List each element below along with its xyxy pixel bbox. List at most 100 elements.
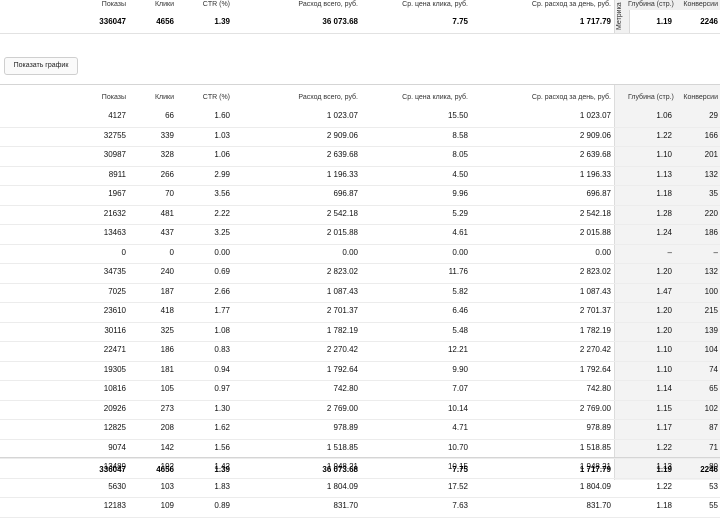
total-clicks: 4656 xyxy=(156,465,174,474)
cell-depth: 1.24 xyxy=(656,228,672,237)
table-row[interactable]: 0 0 0.00 0.00 0.00 0.00 – – xyxy=(0,244,720,264)
table-row[interactable]: 13463 437 3.25 2 015.88 4.61 2 015.88 1.24 186 xyxy=(0,224,720,245)
cell-avg-cpc: 5.48 xyxy=(452,325,468,335)
cell-conversions: 104 xyxy=(704,345,718,354)
cell-ctr: 0.94 xyxy=(214,364,230,374)
col-header-avg-daily[interactable]: Ср. расход за день, руб. xyxy=(500,94,611,101)
cell-avg-daily-spend: 2 701.37 xyxy=(579,306,611,315)
col-header-avg-cpc[interactable]: Ср. цена клика, руб. xyxy=(380,94,468,101)
metrika-header-shade: Глубина (стр.) Конверсии xyxy=(628,0,720,10)
cell-depth: 1.15 xyxy=(656,403,672,413)
cell-avg-cpc: 0.00 xyxy=(452,247,468,257)
table-row[interactable]: 19305 181 0.94 1 792.64 9.90 1 792.64 1.10 74 xyxy=(0,361,720,381)
table-row[interactable]: 12825 208 1.62 978.89 4.71 978.89 1.17 87 xyxy=(0,419,720,440)
table-row[interactable]: 9074 142 1.56 1 518.85 10.70 1 518.85 1.22 71 xyxy=(0,439,720,459)
table-totals-row: 336047 4656 1.39 36 073.68 7.75 1 717.79… xyxy=(0,457,720,480)
cell-avg-daily-spend: 1 023.07 xyxy=(579,111,611,120)
table-row[interactable]: 5630 103 1.83 1 804.09 17.52 1 804.09 1.22 53 xyxy=(0,478,720,498)
cell-depth: 1.06 xyxy=(656,111,672,120)
table-row[interactable]: 23610 418 1.77 2 701.37 6.46 2 701.37 1.20 215 xyxy=(0,302,720,323)
cell-spend-total: 2 769.00 xyxy=(326,403,358,413)
col-header-clicks[interactable]: Клики xyxy=(140,94,174,101)
show-chart-button[interactable]: Показать график xyxy=(4,57,78,75)
table-row[interactable]: 1967 70 3.56 696.87 9.96 696.87 1.18 35 xyxy=(0,185,720,206)
cell-ctr: 1.30 xyxy=(214,403,230,413)
cell-avg-daily-spend: 2 015.88 xyxy=(579,228,611,237)
summary-col-clicks: Клики xyxy=(154,1,174,8)
cell-spend-total: 742.80 xyxy=(333,384,358,393)
cell-depth: 1.20 xyxy=(656,325,672,335)
cell-conversions: 55 xyxy=(709,501,718,510)
cell-conversions: 53 xyxy=(709,481,718,491)
cell-conversions: 220 xyxy=(704,208,718,218)
cell-avg-cpc: 7.63 xyxy=(452,501,468,510)
cell-conversions: – xyxy=(713,247,718,257)
cell-conversions: 74 xyxy=(709,364,718,374)
cell-ctr: 1.03 xyxy=(214,130,230,140)
table-row[interactable]: 4127 66 1.60 1 023.07 15.50 1 023.07 1.06 29 xyxy=(0,107,720,128)
cell-clicks: 325 xyxy=(160,325,174,335)
table-row[interactable]: 7025 187 2.66 1 087.43 5.82 1 087.43 1.47 100 xyxy=(0,283,720,303)
summary-total-shows: 336047 xyxy=(99,17,126,26)
cell-ctr: 2.22 xyxy=(214,208,230,218)
cell-shows: 34735 xyxy=(103,267,126,276)
cell-avg-daily-spend: 696.87 xyxy=(586,189,611,198)
table-row[interactable]: 21632 481 2.22 2 542.18 5.29 2 542.18 1.28 220 xyxy=(0,205,720,225)
total-spend: 36 073.68 xyxy=(322,465,358,474)
cell-avg-cpc: 9.96 xyxy=(452,189,468,198)
table-row[interactable]: 12183 109 0.89 831.70 7.63 831.70 1.18 55 xyxy=(0,497,720,518)
summary-total-clicks: 4656 xyxy=(156,17,174,26)
cell-conversions: 166 xyxy=(704,130,718,140)
cell-depth: 1.18 xyxy=(656,189,672,198)
summary-col-ctr: CTR (%) xyxy=(202,1,230,8)
cell-clicks: 240 xyxy=(160,267,174,276)
cell-clicks: 103 xyxy=(160,481,174,491)
cell-ctr: 3.25 xyxy=(214,228,230,237)
cell-shows: 20926 xyxy=(103,403,126,413)
cell-spend-total: 2 015.88 xyxy=(326,228,358,237)
cell-avg-cpc: 8.58 xyxy=(452,130,468,140)
col-header-depth[interactable]: Глубина (стр.) xyxy=(628,94,674,101)
cell-avg-cpc: 11.76 xyxy=(448,267,468,276)
cell-avg-cpc: 10.70 xyxy=(447,442,468,452)
cell-ctr: 3.56 xyxy=(214,189,230,198)
col-header-ctr[interactable]: CTR (%) xyxy=(190,94,230,101)
table-row[interactable]: 32755 339 1.03 2 909.06 8.58 2 909.06 1.22 166 xyxy=(0,127,720,147)
cell-shows: 4127 xyxy=(108,111,126,120)
table-row[interactable]: 30987 328 1.06 2 639.68 8.05 2 639.68 1.10 201 xyxy=(0,146,720,167)
cell-depth: 1.10 xyxy=(656,364,672,374)
col-header-spend-total[interactable]: Расход всего, руб. xyxy=(260,94,358,101)
cell-clicks: 266 xyxy=(160,169,174,179)
table-row[interactable]: 22471 186 0.83 2 270.42 12.21 2 270.42 1.10 104 xyxy=(0,341,720,362)
summary-total-spend: 36 073.68 xyxy=(322,17,358,26)
table-header: Показы Клики CTR (%) Расход всего, руб. … xyxy=(0,85,720,107)
cell-clicks: 70 xyxy=(165,189,174,198)
cell-shows: 8911 xyxy=(108,169,126,179)
col-header-conversions[interactable]: Конверсии xyxy=(676,94,718,101)
summary-total-avg-daily: 1 717.79 xyxy=(579,17,611,26)
cell-avg-cpc: 5.82 xyxy=(452,286,468,296)
cell-conversions: 87 xyxy=(709,423,718,432)
cell-spend-total: 2 270.42 xyxy=(326,345,358,354)
cell-avg-daily-spend: 2 542.18 xyxy=(579,208,611,218)
cell-shows: 7025 xyxy=(108,286,126,296)
cell-avg-daily-spend: 2 823.02 xyxy=(579,267,611,276)
cell-clicks: 437 xyxy=(160,228,174,237)
cell-avg-cpc: 12.21 xyxy=(447,345,468,354)
cell-avg-cpc: 4.61 xyxy=(452,228,468,237)
cell-avg-daily-spend: 2 909.06 xyxy=(579,130,611,140)
table-row[interactable]: 34735 240 0.69 2 823.02 11.76 2 823.02 1.20 132 xyxy=(0,263,720,284)
cell-clicks: 339 xyxy=(160,130,174,140)
cell-clicks: 208 xyxy=(160,423,174,432)
summary-total-ctr: 1.39 xyxy=(214,17,230,26)
cell-avg-cpc: 4.50 xyxy=(452,169,468,179)
table-row[interactable]: 10816 105 0.97 742.80 7.07 742.80 1.14 65 xyxy=(0,380,720,401)
table-row[interactable]: 30116 325 1.08 1 782.19 5.48 1 782.19 1.20 139 xyxy=(0,322,720,342)
cell-avg-cpc: 10.14 xyxy=(447,403,468,413)
table-row[interactable]: 8911 266 2.99 1 196.33 4.50 1 196.33 1.13 132 xyxy=(0,166,720,186)
cell-avg-daily-spend: 2 639.68 xyxy=(579,150,611,159)
table-row[interactable]: 20926 273 1.30 2 769.00 10.14 2 769.00 1.15 102 xyxy=(0,400,720,420)
col-header-shows[interactable]: Показы xyxy=(80,94,126,101)
cell-shows: 30116 xyxy=(104,325,126,335)
cell-depth: – xyxy=(667,247,672,257)
